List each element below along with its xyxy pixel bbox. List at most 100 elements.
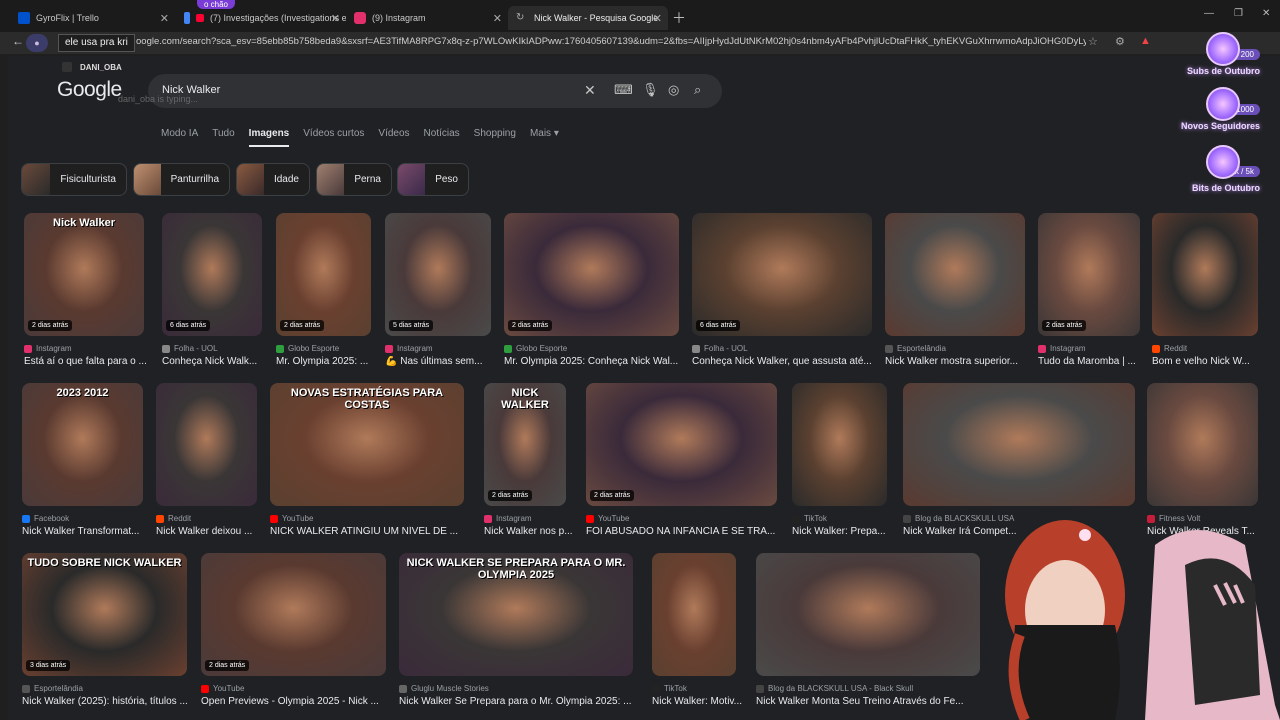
chip-panturrilha[interactable]: Panturrilha: [133, 163, 230, 196]
image-result[interactable]: 2 dias atrás Instagram Tudo da Maromba | .…: [1038, 213, 1140, 367]
image-result[interactable]: TikTok Nick Walker: Motiv...: [652, 553, 742, 707]
image-result[interactable]: 6 dias atrás Folha - UOL Conheça Nick Walk…: [692, 213, 872, 367]
tab-mais[interactable]: Mais ▾: [530, 128, 559, 147]
result-source[interactable]: Reddit: [1152, 344, 1187, 353]
chip-idade[interactable]: Idade: [236, 163, 310, 196]
result-source[interactable]: Globo Esporte: [504, 344, 567, 353]
tab-videos-curtos[interactable]: Vídeos curtos: [303, 128, 364, 147]
result-thumbnail[interactable]: [504, 213, 679, 336]
result-title[interactable]: Nick Walker Transformat...: [22, 526, 153, 537]
result-thumbnail[interactable]: [903, 383, 1135, 506]
result-source[interactable]: TikTok: [792, 514, 827, 523]
result-source[interactable]: Folha - UOL: [692, 344, 748, 353]
image-result[interactable]: Blog da BLACKSKULL USA - Black Skull Nick…: [756, 553, 980, 707]
result-thumbnail[interactable]: [1038, 213, 1140, 336]
chip-fisiculturista[interactable]: Fisiculturista: [21, 163, 127, 196]
result-thumbnail[interactable]: [276, 213, 371, 336]
result-thumbnail[interactable]: [156, 383, 257, 506]
result-title[interactable]: Nick Walker: Motiv...: [652, 696, 746, 707]
clear-icon[interactable]: ✕: [584, 82, 596, 99]
keyboard-icon[interactable]: ⌨: [614, 82, 633, 98]
lens-icon[interactable]: ◎: [668, 82, 679, 98]
browser-tab-youtube[interactable]: (7) Investigações (Investigations e ✕: [176, 6, 346, 30]
image-result[interactable]: NOVAS ESTRATÉGIAS PARA COSTAS YouTube NICK…: [270, 383, 464, 537]
result-source[interactable]: TikTok: [652, 684, 687, 693]
tab-videos[interactable]: Vídeos: [378, 128, 409, 147]
result-title[interactable]: Tudo da Maromba | ...: [1038, 356, 1150, 367]
result-source[interactable]: Esportelândia: [885, 344, 946, 353]
tab-tudo[interactable]: Tudo: [212, 128, 234, 147]
tab-imagens[interactable]: Imagens: [248, 128, 290, 147]
tab-shopping[interactable]: Shopping: [474, 128, 516, 147]
result-thumbnail[interactable]: [22, 553, 187, 676]
result-thumbnail[interactable]: [24, 213, 144, 336]
result-source[interactable]: Instagram: [385, 344, 433, 353]
image-result[interactable]: Reddit Nick Walker deixou ...: [156, 383, 257, 537]
profile-icon[interactable]: ●: [26, 34, 48, 52]
image-result[interactable]: Esportelândia Nick Walker mostra superior…: [885, 213, 1025, 367]
result-source[interactable]: YouTube: [201, 684, 244, 693]
image-result[interactable]: TUDO SOBRE NICK WALKER 3 dias atrás Esport…: [22, 553, 188, 707]
result-title[interactable]: Nick Walker deixou ...: [156, 526, 267, 537]
result-thumbnail[interactable]: [1152, 213, 1258, 336]
result-title[interactable]: Nick Walker: Prepa...: [792, 526, 897, 537]
result-source[interactable]: Gluglu Muscle Stories: [399, 684, 489, 693]
minimize-icon[interactable]: —: [1204, 8, 1214, 19]
result-title[interactable]: FOI ABUSADO NA INFÂNCIA E SE TRA...: [586, 526, 787, 537]
image-result[interactable]: Reddit Bom e velho Nick W...: [1152, 213, 1258, 367]
tab-modo-ia[interactable]: Modo IA: [161, 128, 198, 147]
image-result[interactable]: 2023 2012 Facebook Nick Walker Transformat…: [22, 383, 143, 537]
result-title[interactable]: Conheça Nick Walker, que assusta até...: [692, 356, 882, 367]
result-title[interactable]: Bom e velho Nick W...: [1152, 356, 1268, 367]
close-tab-icon[interactable]: ✕: [653, 12, 662, 25]
result-title[interactable]: Nick Walker nos p...: [484, 526, 576, 537]
image-result[interactable]: 2 dias atrás YouTube Open Previews - Olymp…: [201, 553, 386, 707]
result-title[interactable]: NICK WALKER ATINGIU UM NÍVEL DE ...: [270, 526, 474, 537]
microphone-icon[interactable]: 🎙: [642, 82, 659, 98]
chip-peso[interactable]: Peso: [397, 163, 469, 196]
image-result[interactable]: NICK WALKER SE PREPARA PARA O MR. OLYMPI…: [399, 553, 633, 707]
close-tab-icon[interactable]: ✕: [331, 12, 340, 25]
image-result[interactable]: 2 dias atrás YouTube FOI ABUSADO NA INFÂNC…: [586, 383, 777, 537]
result-source[interactable]: Globo Esporte: [276, 344, 339, 353]
result-source[interactable]: Instagram: [24, 344, 72, 353]
result-source[interactable]: Folha - UOL: [162, 344, 218, 353]
image-result[interactable]: 6 dias atrás Folha - UOL Conheça Nick Walk…: [162, 213, 262, 367]
result-title[interactable]: Open Previews - Olympia 2025 - Nick ...: [201, 696, 396, 707]
result-thumbnail[interactable]: [22, 383, 143, 506]
chip-perna[interactable]: Perna: [316, 163, 392, 196]
result-thumbnail[interactable]: [586, 383, 777, 506]
result-source[interactable]: Facebook: [22, 514, 69, 523]
browser-tab-trello[interactable]: GyroFlix | Trello ✕: [10, 6, 175, 30]
result-source[interactable]: Reddit: [156, 514, 191, 523]
result-title[interactable]: Nick Walker (2025): história, títulos ..…: [22, 696, 197, 707]
result-title[interactable]: Conheça Nick Walk...: [162, 356, 272, 367]
result-thumbnail[interactable]: [1147, 383, 1258, 506]
search-box[interactable]: Nick Walker ✕ ⌨ 🎙 ◎ ⌕: [148, 74, 722, 108]
result-source[interactable]: Esportelândia: [22, 684, 83, 693]
browser-tab-google[interactable]: ↻ Nick Walker - Pesquisa Google ✕: [508, 6, 668, 30]
result-thumbnail[interactable]: [652, 553, 736, 676]
result-source[interactable]: Instagram: [484, 514, 532, 523]
result-title[interactable]: Nick Walker mostra superior...: [885, 356, 1035, 367]
result-thumbnail[interactable]: [385, 213, 491, 336]
image-result[interactable]: 2 dias atrás Globo Esporte Mr. Olympia 202…: [504, 213, 679, 367]
maximize-icon[interactable]: ❐: [1234, 8, 1243, 19]
result-source[interactable]: Instagram: [1038, 344, 1086, 353]
search-icon[interactable]: ⌕: [694, 82, 701, 98]
result-thumbnail[interactable]: [692, 213, 872, 336]
result-thumbnail[interactable]: [756, 553, 980, 676]
close-tab-icon[interactable]: ✕: [493, 12, 502, 25]
image-result[interactable]: 5 dias atrás Instagram 💪 Nas últimas sem..…: [385, 213, 491, 367]
browser-tab-instagram[interactable]: (9) Instagram ✕: [346, 6, 508, 30]
result-title[interactable]: 💪 Nas últimas sem...: [385, 356, 501, 367]
image-result[interactable]: TikTok Nick Walker: Prepa...: [792, 383, 887, 537]
new-tab-button[interactable]: ＋: [672, 8, 686, 28]
close-window-icon[interactable]: ✕: [1262, 8, 1270, 19]
result-thumbnail[interactable]: [201, 553, 386, 676]
result-title[interactable]: Mr. Olympia 2025: Conheça Nick Wal...: [504, 356, 689, 367]
result-source[interactable]: YouTube: [270, 514, 313, 523]
back-icon[interactable]: ←: [12, 34, 24, 48]
url-field[interactable]: oogle.com/search?sca_esv=85ebb85b758beda…: [136, 36, 1086, 47]
image-result[interactable]: Nick Walker 2 dias atrás Instagram Está aí …: [24, 213, 147, 367]
